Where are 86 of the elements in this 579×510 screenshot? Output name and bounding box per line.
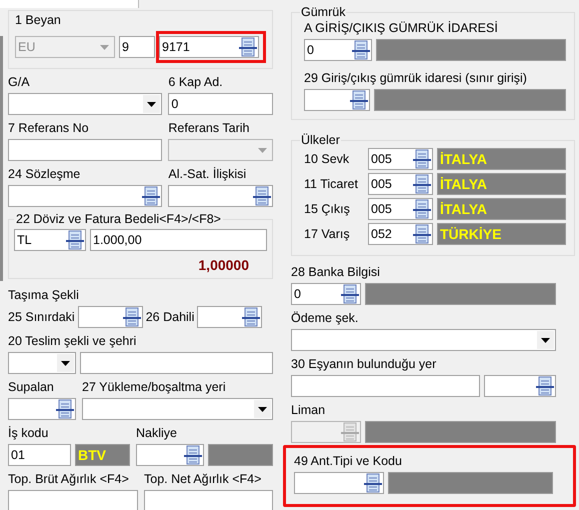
field-label: G/A [8,75,31,90]
list-icon[interactable] [364,473,382,493]
lookup-field[interactable]: 9171 [159,36,259,58]
list-icon[interactable] [122,307,141,327]
field-label: 29 Giriş/çıkış gümrük idaresi (sınır girişi) [304,71,528,86]
lookup-field[interactable]: 005 [368,148,433,170]
caret-icon[interactable] [537,331,554,349]
list-icon[interactable] [413,149,431,169]
field-label: 17 Varış [304,227,351,241]
caret-icon[interactable] [254,400,271,418]
dropdown-field[interactable] [291,329,556,351]
lookup-field[interactable]: 0 [291,283,361,305]
group-title: 1 Beyan [15,13,62,28]
field-label: Ödeme şek. [291,311,360,326]
list-icon[interactable] [56,399,74,419]
field-label: Supalan [8,380,55,395]
field-label: 6 Kap Ad. [168,75,224,90]
list-icon[interactable] [341,284,359,304]
display-field [208,444,273,466]
list-icon[interactable] [352,40,370,60]
dropdown-field[interactable] [8,352,76,374]
lookup-field[interactable] [304,89,370,111]
display-field: TÜRKİYE [437,223,566,245]
dropdown-field[interactable] [82,398,273,420]
caret-icon[interactable] [143,95,160,113]
field-label: Top. Brüt Ağırlık <F4> [8,472,130,487]
field-label: Top. Net Ağırlık <F4> [144,472,262,487]
field-label: A GİRİŞ/ÇIKIŞ GÜMRÜK İDARESİ [304,21,499,36]
field-label: 28 Banka Bilgisi [291,265,381,280]
lookup-field[interactable] [136,444,204,466]
list-icon[interactable] [253,186,271,206]
field-label: 30 Eşyanın bulunduğu yer [291,357,438,372]
field-label: Al.-Sat. İlişkisi [168,167,248,182]
lookup-field[interactable]: TL [14,229,86,251]
field-label: İş kodu [8,426,50,441]
list-icon[interactable] [413,224,431,244]
lookup-field[interactable] [78,306,143,328]
display-field: İTALYA [437,148,566,170]
field-label: 20 Teslim şekli ve şehri [8,334,138,349]
list-icon[interactable] [66,230,84,250]
field-label: 27 Yükleme/boşaltma yeri [82,380,227,395]
list-icon[interactable] [239,37,257,57]
lookup-field[interactable] [8,398,76,420]
exchange-rate: 1,00000 [198,256,250,275]
field-label: 24 Sözleşme [8,167,82,182]
caret-icon[interactable] [57,354,74,372]
text-field[interactable]: 0 [168,93,273,115]
lookup-field[interactable]: 052 [368,223,433,245]
text-field[interactable] [80,352,273,374]
text-field[interactable] [291,375,480,397]
list-icon[interactable] [413,174,431,194]
lookup-field[interactable] [294,472,384,494]
field-label: 25 Sınırdaki [8,310,75,324]
display-field: İTALYA [437,173,566,195]
lookup-field[interactable] [168,185,273,207]
lookup-field[interactable]: 005 [368,198,433,220]
list-icon[interactable] [413,199,431,219]
list-icon[interactable] [142,186,160,206]
lookup-field[interactable]: 005 [368,173,433,195]
lookup-field[interactable] [484,375,556,397]
list-icon[interactable] [242,307,260,327]
lookup-field[interactable] [8,185,162,207]
text-field[interactable]: 1.000,00 [90,229,267,251]
field-label: 7 Referans No [8,121,90,136]
field-label: 15 Çıkış [304,202,351,216]
field-label: 26 Dahili [146,310,194,324]
field-label: 11 Ticaret [304,177,359,191]
field-label: Taşıma Şekli [8,288,80,303]
dropdown-field[interactable] [8,93,162,115]
field-label: Nakliye [136,426,178,441]
text-field[interactable] [8,490,138,510]
text-field[interactable]: 01 [8,444,71,466]
text-field[interactable] [8,139,162,161]
list-icon[interactable] [350,90,368,110]
list-icon[interactable] [536,376,554,396]
display-field: İTALYA [437,198,566,220]
text-field[interactable]: 9 [119,36,155,58]
field-label: 10 Sevk [304,152,350,166]
display-field: BTV [75,444,130,466]
lookup-field[interactable]: 0 [304,39,372,61]
field-label: Liman [291,403,326,418]
field-label: Referans Tarih [168,121,250,136]
list-icon[interactable] [184,445,202,465]
lookup-field[interactable] [197,306,262,328]
text-field[interactable] [144,490,273,510]
field-label: 49 Ant.Tipi ve Kodu [294,454,403,469]
